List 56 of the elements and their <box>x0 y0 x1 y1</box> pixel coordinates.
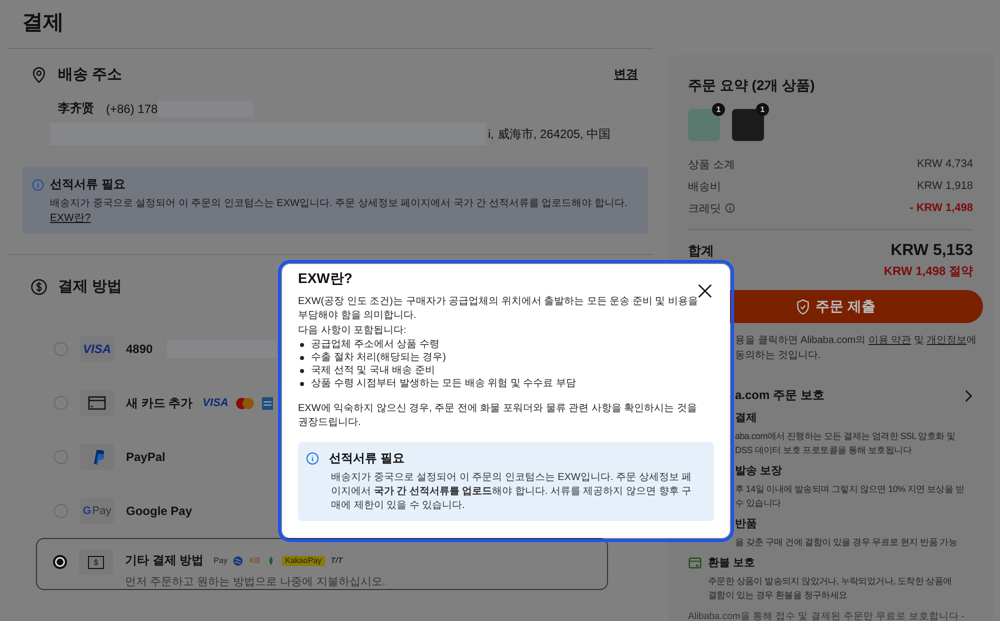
payment-label: Google Pay <box>126 504 192 518</box>
summary-value: - KRW 1,498 <box>910 202 973 214</box>
protection-title: a.com 주문 보호 <box>735 387 824 404</box>
notice-title: 선적서류 필요 <box>50 176 126 193</box>
page-title: 결제 <box>22 10 64 36</box>
address-text: i, 威海市, 264205, 中国 <box>488 126 611 142</box>
google-pay-logo: GPay <box>80 498 114 524</box>
bullet-text: 국제 선적 및 국내 배송 준비 <box>311 364 435 377</box>
tt-logo: T/T <box>330 556 343 566</box>
apple-pay-logo: Pay <box>214 556 228 566</box>
protection-item-title: 반품 <box>735 517 757 532</box>
summary-value: KRW 1,918 <box>916 180 973 192</box>
summary-value: KRW 4,734 <box>916 158 973 170</box>
notice-text: 배송지가 중국으로 설정되어 이 주문의 인코텀스는 EXW입니다. 주문 상세정보 페이지에서 국가 간 선적서류를 업로드해야 합니다. <box>50 197 628 211</box>
kb-logo: KB <box>249 556 260 566</box>
dialog-text: 다음 사항이 포함됩니다: <box>298 324 408 338</box>
quantity-badge: 1 <box>712 103 725 116</box>
bullet-text: 공급업체 주소에서 상품 수령 <box>311 338 440 351</box>
protection-item-text: 후 14일 이내에 발송되며 그렇지 않으면 10% 지연 보상을 받 <box>735 483 964 496</box>
summary-label: 배송비 <box>688 180 721 194</box>
payment-note: 먼저 주문하고 원하는 방법으로 나중에 지불하십시오. <box>125 575 386 589</box>
summary-label: 상품 소계 <box>688 158 736 172</box>
phone-number: (+86) 178 <box>106 102 158 116</box>
protection-footer-text: Alibaba.com을 통해 접수 및 결제된 주문만 무료로 보호합니다 - <box>688 610 966 621</box>
protection-item-title: 발송 보장 <box>735 464 782 479</box>
section-title: 배송 주소 <box>58 65 122 84</box>
protection-item-title: 결제 <box>735 411 757 426</box>
protection-item-title: 환불 보호 <box>708 556 756 571</box>
payment-label: PayPal <box>126 450 166 464</box>
summary-label: 크레딧 <box>688 202 721 216</box>
quantity-badge: 1 <box>756 103 769 116</box>
dialog-text: EXW에 익숙하지 않으신 경우, 주문 전에 화물 포워더와 물류 관련 사항을 확인하시는 것을 권장드립니다. <box>298 402 698 430</box>
payment-label: 기타 결제 방법 <box>125 552 204 569</box>
monitor-dollar-icon: $ <box>79 549 113 575</box>
recipient-name: 李齐贤 <box>58 100 94 117</box>
kakaopay-logo: KakaoPay <box>282 556 325 566</box>
notice-title: 선적서류 필요 <box>329 450 404 467</box>
section-title: 결제 방법 <box>58 277 122 296</box>
summary-title: 주문 요약 (2개 상품) <box>688 77 816 95</box>
notice-text: 배송지가 중국으로 설정되어 이 주문의 인코텀스는 EXW입니다. 주문 상세정보 페이지에서 국가 간 선적서류를 업로드해야 합니다. 서류를 제공하지 않으면 향후 구매에 제한이 있을 수 있습니다. <box>331 471 693 513</box>
protection-item-text: 을 갖춘 구매 건에 결함이 있을 경우 무료로 현지 반품 가능 <box>735 536 958 549</box>
visa-logo: VISA <box>202 397 228 409</box>
payment-label: 새 카드 추가 <box>126 394 193 412</box>
protection-item-text: 수 있습니다 <box>735 497 781 510</box>
bullet-text: 상품 수령 시점부터 발생하는 모든 배송 위험 및 수수료 부담 <box>311 377 576 390</box>
protection-item-text: aba.com에서 진행하는 모든 결제는 엄격한 SSL 암호화 및 <box>735 430 956 443</box>
payment-label: 4890 <box>126 342 153 356</box>
protection-item-text: DSS 데이터 보호 프로토콜을 통해 보호됩니다 <box>735 444 912 457</box>
savings-text: KRW 1,498 절약 <box>882 263 973 280</box>
dialog-title: EXW란? <box>298 269 352 288</box>
protection-item-text: 결함이 있는 경우 환불을 청구하세요 <box>708 589 848 602</box>
total-value: KRW 5,153 <box>890 242 973 260</box>
protection-item-text: 주문한 상품이 발송되지 않았거나, 누락되었거나, 도착한 상품에 <box>708 575 952 588</box>
bullet-text: 수출 절차 처리(해당되는 경우) <box>311 351 446 364</box>
visa-logo: VISA <box>80 336 114 362</box>
total-label: 합계 <box>688 242 714 260</box>
